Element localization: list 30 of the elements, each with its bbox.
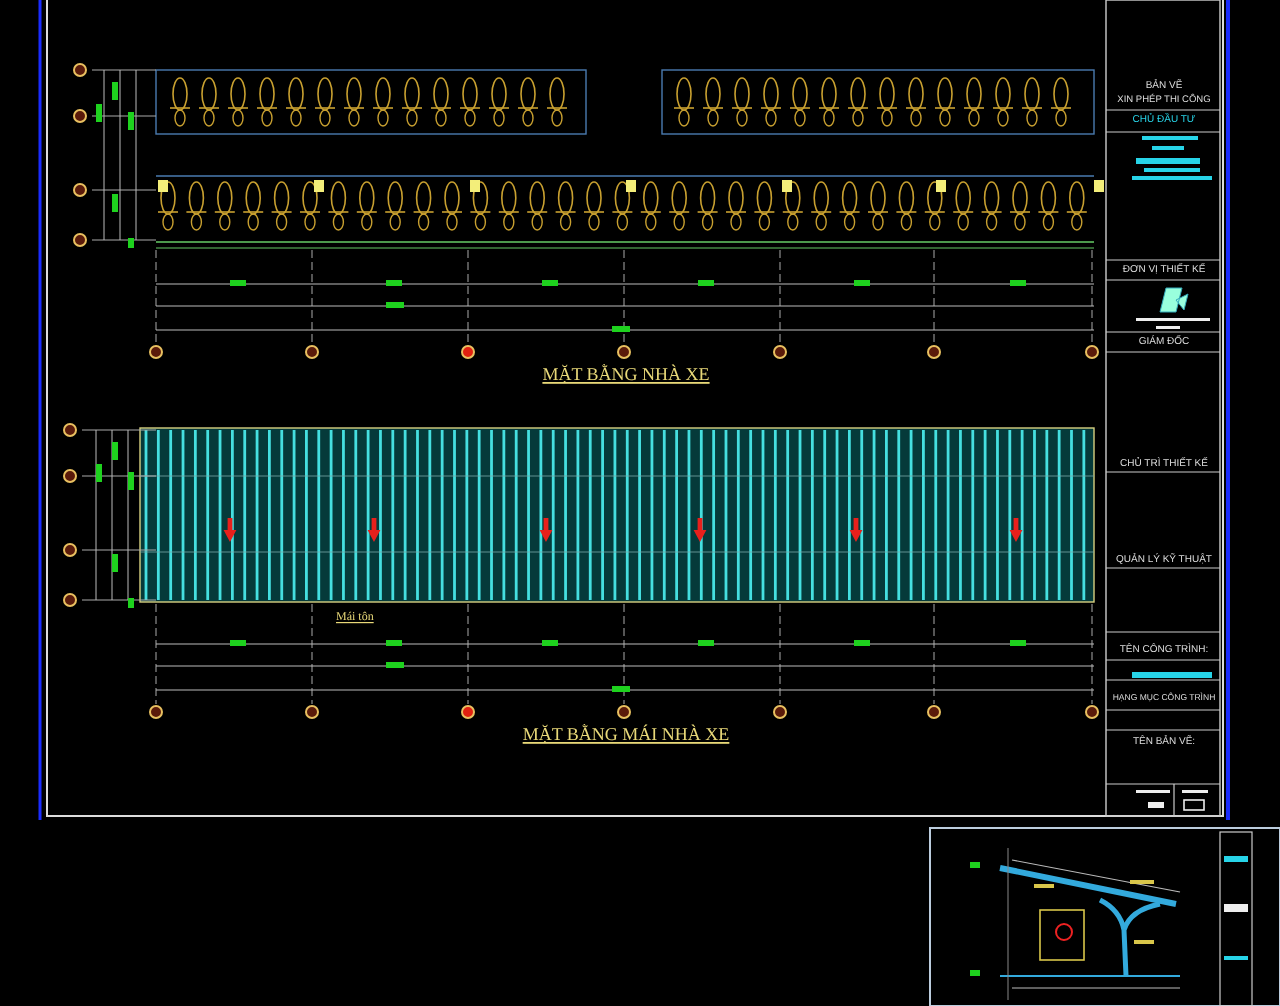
plan-title: MẶT BẰNG MÁI NHÀ XE bbox=[522, 724, 730, 744]
grid-bubble-icon bbox=[461, 705, 475, 719]
slope-arrow-icon bbox=[367, 518, 381, 542]
grid-bubble-icon bbox=[73, 183, 87, 197]
plan-title: MẶT BẰNG NHÀ XE bbox=[542, 364, 710, 384]
grid-bubble-icon bbox=[73, 233, 87, 247]
grid-bubble-icon bbox=[63, 593, 77, 607]
grid-bubble-icon bbox=[773, 345, 787, 359]
grid-bubble-icon bbox=[73, 109, 87, 123]
slope-arrow-icon bbox=[693, 518, 707, 542]
slope-arrow-icon bbox=[849, 518, 863, 542]
grid-bubble-icon bbox=[927, 705, 941, 719]
grid-bubble-icon bbox=[63, 423, 77, 437]
grid-bubble-icon bbox=[773, 705, 787, 719]
grid-bubble-icon bbox=[1085, 345, 1099, 359]
grid-bubble-icon bbox=[927, 345, 941, 359]
grid-bubble-icon bbox=[63, 469, 77, 483]
grid-bubble-icon bbox=[305, 345, 319, 359]
slope-arrow-icon bbox=[539, 518, 553, 542]
slope-arrow-icon bbox=[1009, 518, 1023, 542]
slope-arrow-icon bbox=[223, 518, 237, 542]
grid-bubble-icon bbox=[617, 705, 631, 719]
grid-bubble-icon bbox=[63, 543, 77, 557]
grid-bubble-icon bbox=[149, 345, 163, 359]
grid-bubble-icon bbox=[149, 705, 163, 719]
grid-bubble-icon bbox=[617, 345, 631, 359]
grid-bubble-icon bbox=[1085, 705, 1099, 719]
grid-bubble-icon bbox=[305, 705, 319, 719]
grid-bubble-icon bbox=[73, 63, 87, 77]
grid-bubble-icon bbox=[461, 345, 475, 359]
